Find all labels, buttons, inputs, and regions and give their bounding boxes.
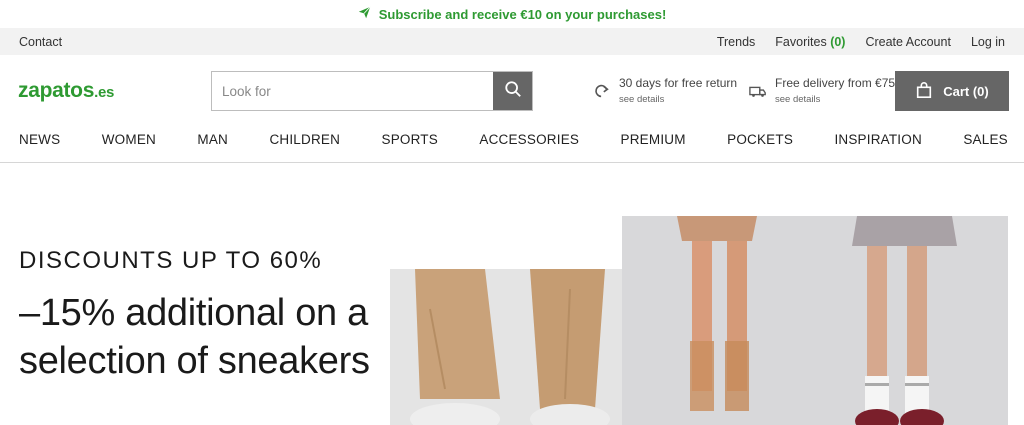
hero-image-trousers[interactable]	[390, 269, 647, 425]
promo-banner[interactable]: Subscribe and receive €10 on your purcha…	[0, 0, 1024, 28]
favorites-link[interactable]: Favorites (0)	[775, 35, 845, 49]
login-link[interactable]: Log in	[971, 35, 1005, 49]
nav-item-news[interactable]: NEWS	[19, 132, 60, 147]
promo-text: Subscribe and receive €10 on your purcha…	[378, 6, 667, 22]
return-title: 30 days for free return	[619, 76, 738, 90]
search-button[interactable]	[493, 72, 532, 110]
favorites-label: Favorites	[775, 34, 827, 49]
hero-headline: –15% additional on a selection of sneake…	[19, 292, 370, 382]
nav-item-inspiration[interactable]: INSPIRATION	[834, 132, 921, 147]
nav-item-sports[interactable]: SPORTS	[381, 132, 437, 147]
nav-item-women[interactable]: WOMEN	[102, 132, 156, 147]
logo-tld: .es	[94, 84, 115, 101]
nav-item-man[interactable]: MAN	[197, 132, 228, 147]
return-arrow-icon	[593, 76, 611, 105]
search-icon	[504, 80, 522, 103]
main-nav: NEWS WOMEN MAN CHILDREN SPORTS ACCESSORI…	[0, 125, 1024, 163]
free-delivery-info[interactable]: Free delivery from €75 see details	[749, 76, 895, 109]
nav-item-pockets[interactable]: POCKETS	[727, 132, 793, 147]
main-header: zapatos.es 30 days for free return see d…	[0, 55, 1024, 125]
hero-kicker: DISCOUNTS UP TO 60%	[19, 247, 323, 274]
nav-item-children[interactable]: CHILDREN	[269, 132, 340, 147]
contact-link[interactable]: Contact	[19, 35, 62, 49]
utility-links: Trends Favorites (0) Create Account Log …	[717, 35, 1005, 49]
nav-item-accessories[interactable]: ACCESSORIES	[479, 132, 579, 147]
truck-icon	[749, 76, 767, 105]
free-return-info[interactable]: 30 days for free return see details	[593, 76, 737, 109]
create-account-link[interactable]: Create Account	[865, 35, 950, 49]
trends-link[interactable]: Trends	[717, 35, 755, 49]
hero-image-legs-socks[interactable]	[622, 216, 1008, 425]
shopping-bag-icon	[915, 81, 933, 102]
hero-banner[interactable]: DISCOUNTS UP TO 60% –15% additional on a…	[0, 163, 1024, 425]
search-bar	[211, 71, 533, 111]
utility-bar: Contact Trends Favorites (0) Create Acco…	[0, 28, 1024, 55]
paper-plane-icon	[358, 6, 371, 22]
cart-label: Cart (0)	[943, 83, 989, 99]
return-details-link[interactable]: see details	[619, 91, 737, 109]
favorites-count: (0)	[830, 34, 846, 49]
logo[interactable]: zapatos.es	[18, 79, 114, 103]
logo-main: zapatos	[18, 79, 95, 102]
search-input[interactable]	[212, 72, 493, 110]
nav-item-sales[interactable]: SALES	[963, 132, 1008, 147]
nav-item-premium[interactable]: PREMIUM	[621, 132, 686, 147]
delivery-title: Free delivery from €75	[775, 76, 896, 90]
delivery-details-link[interactable]: see details	[775, 91, 895, 109]
cart-button[interactable]: Cart (0)	[895, 71, 1009, 111]
